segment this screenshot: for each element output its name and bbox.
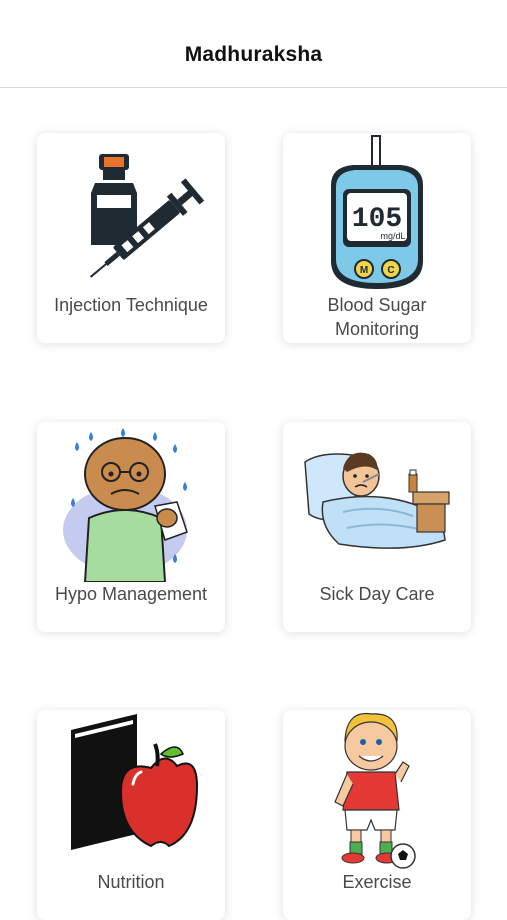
card-exercise[interactable]: Exercise [283,710,471,920]
card-injection-technique[interactable]: Injection Technique [37,133,225,343]
meter-c-button: C [387,265,394,276]
navigation-bar: Madhuraksha [0,0,507,88]
meter-m-button: M [360,265,368,276]
card-label: Exercise [342,872,412,892]
glucose-meter-icon: 105 mg/dL M C [331,135,423,289]
card-hypo-management[interactable]: Hypo Management [37,422,225,632]
card-label: Hypo Management [54,584,208,604]
card-sick-day-care[interactable]: Sick Day Care [283,422,471,632]
card-label: Blood Sugar Monitoring [327,295,427,339]
sweating-person-icon [63,428,188,582]
meter-unit: mg/dL [380,231,405,241]
boy-with-football-icon [334,712,416,869]
page-title: Madhuraksha [184,43,323,66]
syringe-vial-icon [89,154,205,278]
card-label: Injection Technique [54,295,208,315]
card-nutrition[interactable]: Nutrition [37,710,225,920]
card-label: Sick Day Care [319,584,435,604]
card-blood-sugar-monitoring[interactable]: 105 mg/dL M C Blood Sugar Monitoring [283,133,471,343]
book-and-apple-icon [71,714,199,850]
card-label: Nutrition [97,872,165,892]
sick-person-in-bed-icon [304,452,450,549]
